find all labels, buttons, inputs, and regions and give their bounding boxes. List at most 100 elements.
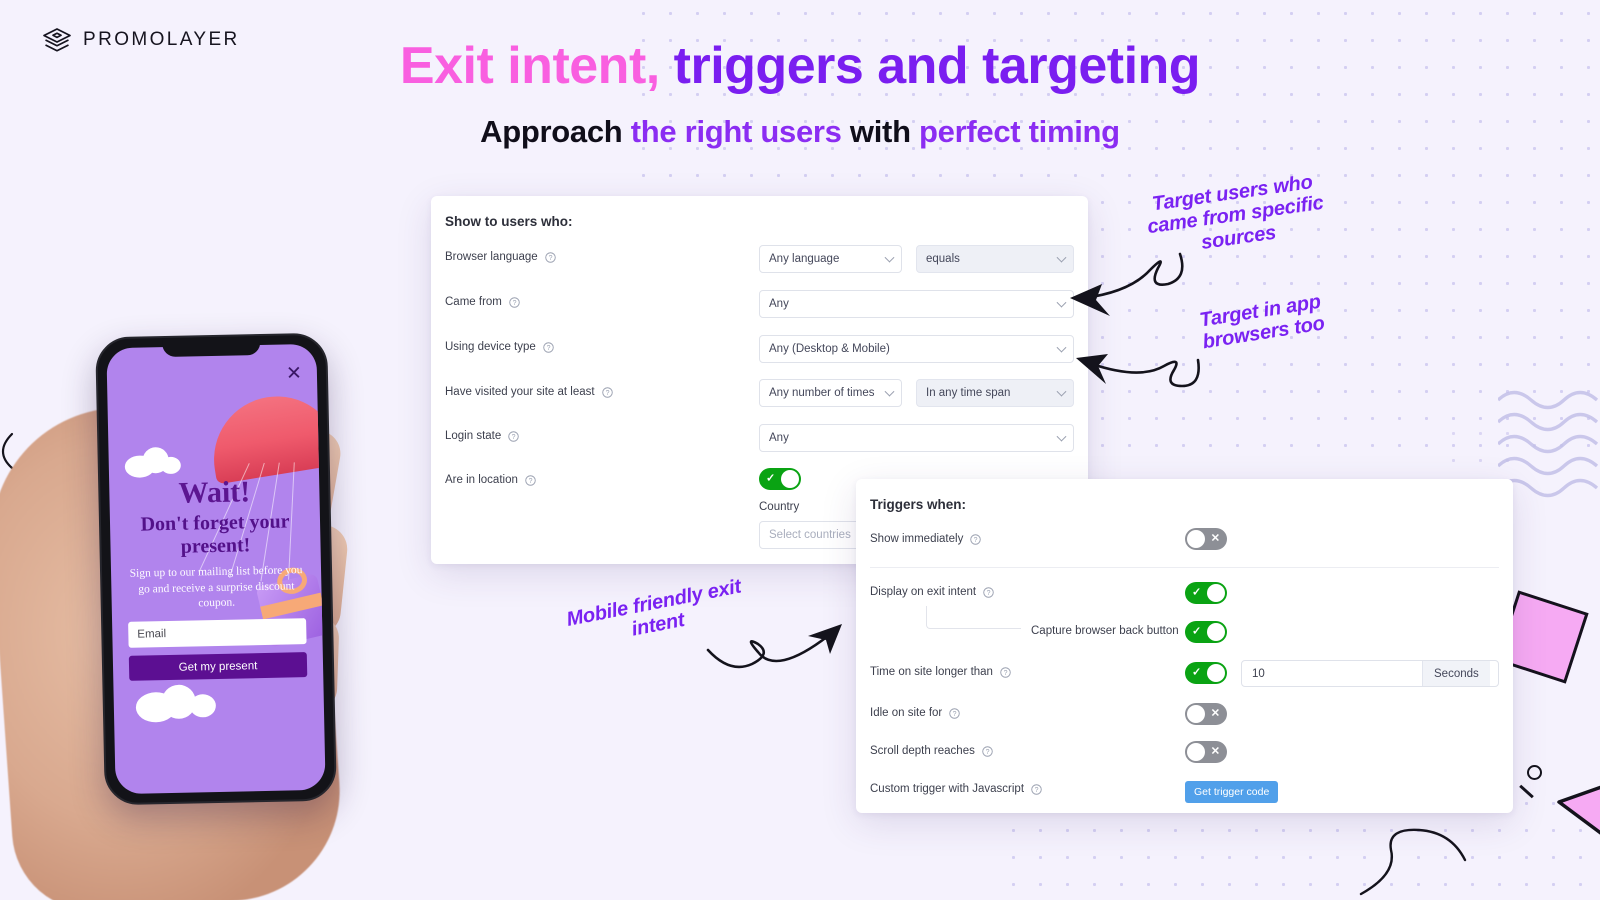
row-label-came-from: Came from ? [445, 296, 520, 308]
svg-text:?: ? [985, 749, 989, 756]
triggers-panel-title: Triggers when: [870, 497, 967, 512]
select-browser-language-operator-value: equals [926, 253, 960, 265]
subtitle-part-4: perfect timing [919, 114, 1120, 149]
toggle-are-in-location[interactable]: ✓ [759, 468, 801, 490]
login-state-label: Login state [445, 430, 502, 442]
page-title: Exit intent, triggers and targeting [0, 38, 1600, 94]
chevron-down-icon [1056, 386, 1067, 397]
cloud-3 [160, 456, 181, 475]
row-label-show-immediately: Show immediately ? [870, 533, 982, 545]
circle-shape-decoration [1527, 765, 1542, 780]
toggle-time-on-site[interactable]: ✓ [1185, 662, 1227, 684]
help-icon-device-type[interactable]: ? [543, 341, 554, 353]
exit-intent-label: Display on exit intent [870, 586, 977, 598]
row-label-idle-on-site: Idle on site for ? [870, 707, 960, 719]
row-label-time-on-site: Time on site longer than ? [870, 666, 1011, 678]
toggle-knob [1187, 705, 1205, 723]
popup-email-field[interactable]: Email [128, 618, 307, 648]
toggle-knob [1187, 743, 1205, 761]
help-icon-time-on-site[interactable]: ? [1000, 666, 1011, 678]
divider [870, 567, 1499, 568]
cross-icon: ✕ [1210, 707, 1220, 720]
help-icon-custom-trigger[interactable]: ? [1031, 783, 1042, 795]
popup-close-icon[interactable]: ✕ [286, 363, 302, 384]
svg-text:?: ? [512, 300, 516, 307]
help-icon-scroll-depth[interactable]: ? [982, 745, 993, 757]
toggle-idle-on-site[interactable]: ✕ [1185, 703, 1227, 725]
row-label-are-in-location: Are in location ? [445, 474, 536, 486]
select-browser-language-operator[interactable]: equals [916, 245, 1074, 273]
check-icon: ✓ [1192, 586, 1202, 599]
toggle-knob [1207, 584, 1225, 602]
toggle-knob [1187, 530, 1205, 548]
row-label-login-state: Login state ? [445, 430, 519, 442]
subtitle-part-3: with [849, 114, 911, 149]
toggle-exit-intent[interactable]: ✓ [1185, 582, 1227, 604]
select-browser-language-value: Any language [769, 253, 840, 265]
toggle-knob [1207, 623, 1225, 641]
help-icon-login-state[interactable]: ? [508, 430, 519, 442]
help-icon-idle-on-site[interactable]: ? [949, 707, 960, 719]
row-label-exit-intent: Display on exit intent ? [870, 586, 994, 598]
headline-part-2: triggers and targeting [673, 37, 1201, 95]
phone-notch [162, 336, 261, 358]
show-immediately-label: Show immediately [870, 533, 964, 545]
row-label-device-type: Using device type ? [445, 341, 554, 353]
select-came-from[interactable]: Any [759, 290, 1074, 318]
select-visit-timespan[interactable]: In any time span [916, 379, 1074, 407]
help-icon-visit-count[interactable]: ? [601, 386, 613, 398]
toggle-knob [781, 470, 799, 488]
wavy-lines-decoration [1498, 390, 1598, 498]
idle-on-site-label: Idle on site for [870, 707, 943, 719]
scroll-depth-label: Scroll depth reaches [870, 745, 975, 757]
help-icon-are-in-location[interactable]: ? [525, 474, 536, 486]
time-on-site-field[interactable]: Seconds [1241, 660, 1499, 687]
svg-text:?: ? [605, 390, 609, 397]
custom-trigger-label: Custom trigger with Javascript [870, 783, 1025, 795]
help-icon-exit-intent[interactable]: ? [983, 586, 994, 598]
targeting-panel-title: Show to users who: [445, 214, 573, 229]
triggers-panel: Triggers when: Show immediately ? ✕ Disp… [856, 479, 1513, 813]
svg-text:?: ? [987, 590, 991, 597]
svg-text:?: ? [546, 345, 550, 352]
country-label-text: Country [759, 501, 800, 513]
row-label-browser-language: Browser language ? [445, 251, 556, 263]
phone-device: ✕ Wait! Don't forget your present! Sign … [95, 332, 337, 806]
row-label-scroll-depth: Scroll depth reaches ? [870, 745, 993, 757]
came-from-label: Came from [445, 296, 502, 308]
toggle-capture-back[interactable]: ✓ [1185, 621, 1227, 643]
help-icon-show-immediately[interactable]: ? [970, 533, 982, 545]
device-type-label: Using device type [445, 341, 536, 353]
toggle-show-immediately[interactable]: ✕ [1185, 528, 1227, 550]
select-visit-count-value: Any number of times [769, 387, 875, 399]
page-subtitle: Approach the right users with perfect ti… [0, 114, 1600, 150]
popup-subtitle: Don't forget your present! [140, 510, 290, 558]
get-trigger-code-button[interactable]: Get trigger code [1185, 781, 1279, 803]
subtitle-part-2: the right users [630, 114, 842, 149]
select-visit-count[interactable]: Any number of times [759, 379, 902, 407]
toggle-scroll-depth[interactable]: ✕ [1185, 741, 1227, 763]
select-login-state[interactable]: Any [759, 424, 1074, 452]
cloud-6 [189, 694, 217, 718]
visit-count-label: Have visited your site at least [445, 386, 595, 398]
select-countries-placeholder: Select countries [769, 529, 851, 541]
check-icon: ✓ [1192, 625, 1202, 638]
time-on-site-unit: Seconds [1422, 661, 1490, 686]
select-browser-language[interactable]: Any language [759, 245, 902, 273]
browser-language-label: Browser language [445, 251, 538, 263]
help-icon-browser-language[interactable]: ? [544, 251, 556, 263]
select-device-type[interactable]: Any (Desktop & Mobile) [759, 335, 1074, 363]
toggle-knob [1207, 664, 1225, 682]
cross-icon: ✕ [1210, 532, 1220, 545]
squiggle-decoration-bottom [1359, 828, 1467, 896]
time-on-site-input[interactable] [1242, 661, 1422, 686]
chevron-down-icon [884, 252, 895, 263]
chevron-down-icon [884, 386, 895, 397]
headline-part-1: Exit intent, [399, 37, 660, 95]
time-on-site-label: Time on site longer than [870, 666, 993, 678]
help-icon-came-from[interactable]: ? [509, 296, 520, 308]
popup-cta-button[interactable]: Get my present [128, 652, 308, 681]
svg-text:?: ? [1004, 670, 1008, 677]
popup-title: Wait! [178, 475, 251, 510]
phone-mockup: ✕ Wait! Don't forget your present! Sign … [0, 310, 400, 900]
